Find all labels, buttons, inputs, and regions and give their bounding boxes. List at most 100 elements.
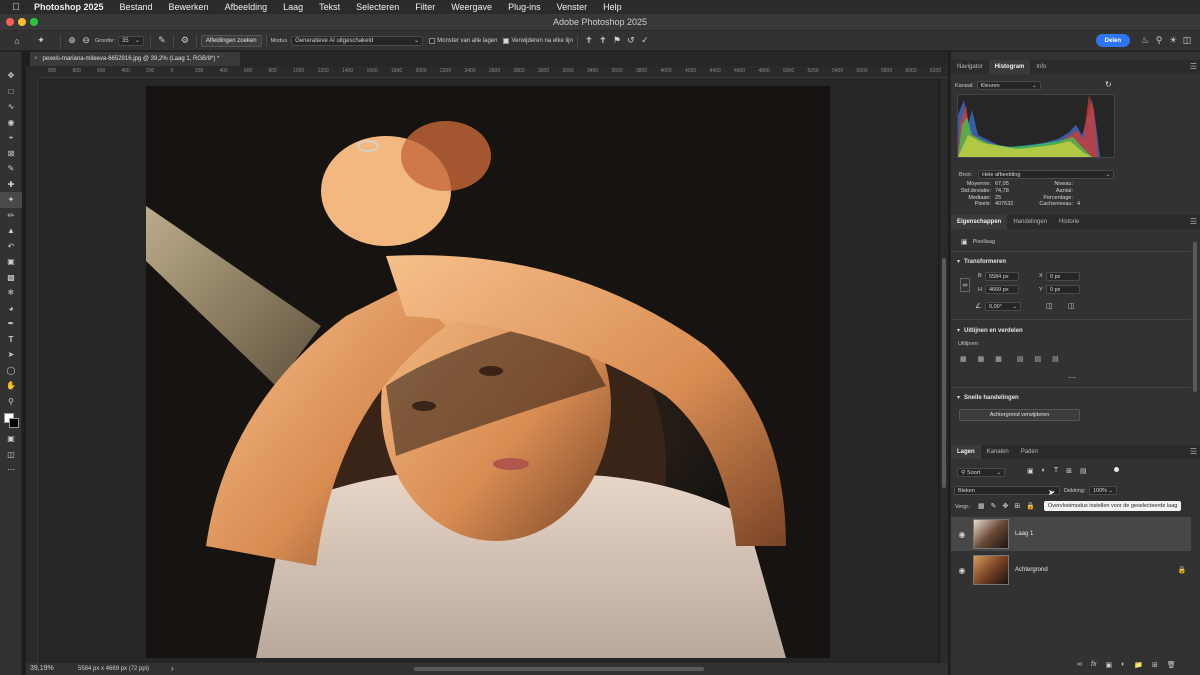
align-middle-v-icon[interactable]: ▤	[1035, 355, 1042, 363]
search-icon[interactable]: ⚲	[1152, 34, 1166, 48]
quick-actions-chevron-icon[interactable]: ▾	[957, 394, 960, 401]
filter-type-icon[interactable]: T	[1054, 467, 1058, 475]
delete-layer-icon[interactable]: 🗑	[1167, 661, 1176, 669]
lock-artboard-icon[interactable]: ⊞	[1014, 502, 1020, 510]
marquee-tool-icon[interactable]: □	[0, 84, 22, 100]
more-options-icon[interactable]: ⋯	[1068, 373, 1076, 382]
share-button[interactable]: Delen	[1095, 34, 1130, 47]
crop-tool-icon[interactable]: ⌖	[0, 130, 22, 146]
menu-bestand[interactable]: Bestand	[112, 2, 161, 12]
brush-add-icon[interactable]: ⊕	[65, 34, 79, 48]
history-brush-tool-icon[interactable]: ↶	[0, 239, 22, 255]
layer-row-achtergrond[interactable]: ◉ Achtergrond 🔒	[951, 553, 1191, 587]
adjustment-layer-icon[interactable]: ◐	[1121, 661, 1125, 669]
eyedropper-tool-icon[interactable]: ✎	[0, 161, 22, 177]
edit-toolbar-icon[interactable]: ⋯	[0, 462, 22, 478]
quick-mask-icon[interactable]: ▣	[0, 431, 22, 447]
pen-tool-icon[interactable]: ✒	[0, 316, 22, 332]
hand-tool-icon[interactable]: ✋	[0, 378, 22, 394]
align-top-icon[interactable]: ▤	[1017, 355, 1024, 363]
filter-toggle-icon[interactable]	[1114, 467, 1119, 472]
tab-info[interactable]: Info	[1030, 60, 1052, 74]
opacity-field[interactable]: 100% ⌄	[1089, 486, 1117, 495]
brush-tool-icon[interactable]: ✏	[0, 208, 22, 224]
discover-bulb-icon[interactable]: ☀	[1166, 34, 1180, 48]
tab-handelingen[interactable]: Handelingen	[1007, 215, 1053, 229]
channel-select[interactable]: Kleuren ⌄	[976, 81, 1041, 90]
refresh-icon[interactable]: ↻	[1105, 80, 1112, 89]
lasso-tool-icon[interactable]: ∿	[0, 99, 22, 115]
document-photo[interactable]	[146, 86, 830, 658]
canvas-area[interactable]	[38, 78, 938, 663]
layer-lock-icon[interactable]: 🔒	[1173, 566, 1191, 574]
layer-row-laag-1[interactable]: ◉ Laag 1	[951, 517, 1191, 551]
layer-filter-select[interactable]: ⚲ Soort ⌄	[957, 468, 1005, 477]
menu-photoshop[interactable]: Photoshop 2025	[26, 2, 112, 12]
status-menu-arrow-icon[interactable]: ›	[171, 664, 174, 673]
filter-shape-icon[interactable]: ⊞	[1066, 467, 1072, 475]
mode-select[interactable]: Generatieve AI uitgeschakeld ⌄	[291, 35, 424, 46]
tab-lagen[interactable]: Lagen	[951, 445, 981, 459]
menu-afbeelding[interactable]: Afbeelding	[217, 2, 276, 12]
brush-option-icon[interactable]: ✝	[582, 34, 596, 48]
remove-background-button[interactable]: Achtergrond verwijderen	[959, 409, 1080, 421]
move-tool-icon[interactable]: ✥	[0, 68, 22, 84]
object-select-tool-icon[interactable]: ◉	[0, 115, 22, 131]
blur-tool-icon[interactable]: ❄	[0, 285, 22, 301]
shape-tool-icon[interactable]: ◯	[0, 363, 22, 379]
properties-scrollbar[interactable]	[1193, 242, 1197, 392]
y-field[interactable]: 0 px	[1046, 285, 1080, 294]
layer-name[interactable]: Laag 1	[1015, 531, 1191, 537]
transform-chevron-icon[interactable]: ▾	[957, 258, 960, 265]
layer-name[interactable]: Achtergrond	[1015, 567, 1173, 573]
brush-option-3-icon[interactable]: ⚑	[610, 34, 624, 48]
menu-selecteren[interactable]: Selecteren	[348, 2, 407, 12]
layers-menu-icon[interactable]: ☰	[1190, 447, 1197, 456]
clone-stamp-tool-icon[interactable]: ▲	[0, 223, 22, 239]
lock-all-icon[interactable]: 🔒	[1026, 502, 1035, 510]
size-field[interactable]: 35 ⌄	[117, 35, 144, 46]
tab-paden[interactable]: Paden	[1015, 445, 1044, 459]
layer-visibility-eye-icon[interactable]: ◉	[951, 566, 973, 575]
find-distractions-button[interactable]: Afleidingen zoeken	[200, 34, 262, 47]
flip-horizontal-icon[interactable]: ◫	[1046, 302, 1053, 310]
link-layers-icon[interactable]: ∞	[1077, 661, 1082, 669]
notification-bell-icon[interactable]: ♨	[1138, 34, 1152, 48]
zoom-level[interactable]: 39,19%	[30, 665, 54, 672]
filter-smart-object-icon[interactable]: ▤	[1080, 467, 1087, 475]
menu-plugins[interactable]: Plug-ins	[500, 2, 549, 12]
workspace-layout-icon[interactable]: ◫	[1180, 34, 1194, 48]
align-right-icon[interactable]: ▦	[995, 355, 1002, 363]
background-color-swatch[interactable]	[9, 418, 19, 428]
align-center-h-icon[interactable]: ▦	[978, 355, 985, 363]
brush-subtract-icon[interactable]: ⊖	[79, 34, 93, 48]
home-icon[interactable]: ⌂	[10, 34, 24, 48]
frame-tool-icon[interactable]: ⊠	[0, 146, 22, 162]
new-group-icon[interactable]: 📁	[1134, 661, 1143, 669]
horizontal-scrollbar[interactable]	[414, 667, 704, 671]
eraser-tool-icon[interactable]: ▣	[0, 254, 22, 270]
flip-vertical-icon[interactable]: ◫	[1068, 302, 1075, 310]
gear-icon[interactable]: ⚙	[178, 34, 192, 48]
layer-visibility-eye-icon[interactable]: ◉	[951, 530, 973, 539]
screen-mode-icon[interactable]: ◫	[0, 447, 22, 463]
brush-option-2-icon[interactable]: ✝	[596, 34, 610, 48]
sample-all-layers-checkbox[interactable]: Monster van alle lagen	[429, 37, 497, 44]
dodge-tool-icon[interactable]: ◕	[0, 301, 22, 317]
zoom-tool-icon[interactable]: ⚲	[0, 394, 22, 410]
align-chevron-icon[interactable]: ▾	[957, 327, 960, 334]
add-mask-icon[interactable]: ▣	[1105, 661, 1112, 669]
properties-menu-icon[interactable]: ☰	[1190, 217, 1197, 226]
angle-field[interactable]: 0,00° ⌄	[985, 302, 1021, 311]
remove-tool-icon[interactable]: ✦	[34, 34, 48, 48]
pressure-icon[interactable]: ✎	[155, 34, 169, 48]
gradient-tool-icon[interactable]: ▩	[0, 270, 22, 286]
color-swatches[interactable]	[0, 409, 21, 431]
x-field[interactable]: 0 px	[1046, 272, 1080, 281]
layer-effects-icon[interactable]: fx	[1091, 661, 1096, 669]
apple-icon[interactable]: 	[6, 2, 26, 13]
menu-weergave[interactable]: Weergave	[443, 2, 500, 12]
filter-pixel-icon[interactable]: ▣	[1027, 467, 1034, 475]
tab-kanalen[interactable]: Kanalen	[981, 445, 1015, 459]
align-bottom-icon[interactable]: ▤	[1052, 355, 1059, 363]
